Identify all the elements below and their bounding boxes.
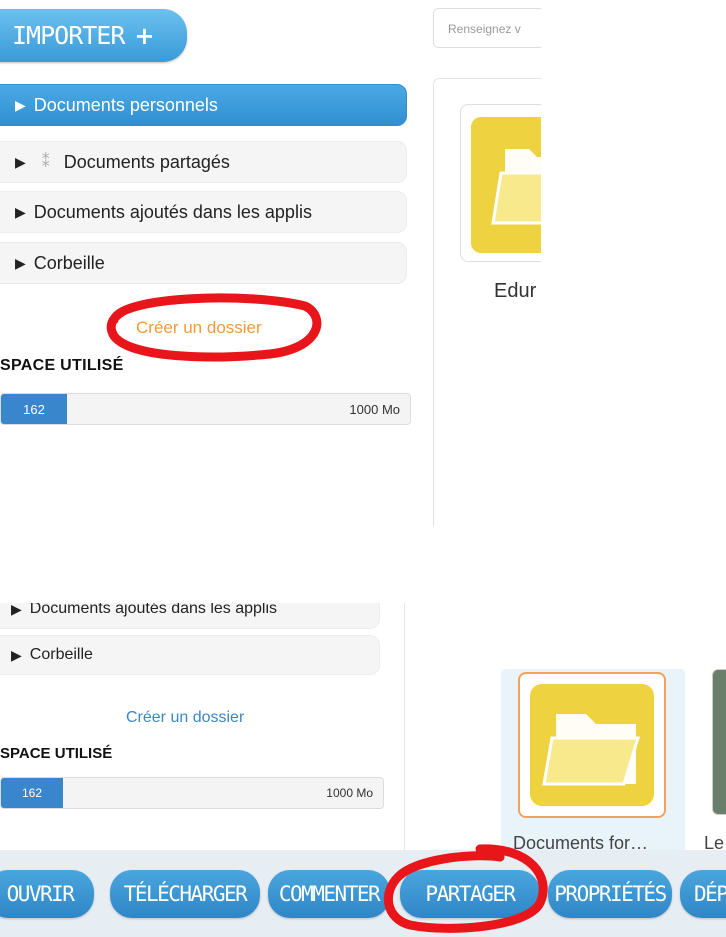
caret-right-icon: ▶ xyxy=(15,153,26,170)
sidebar-item-corbeille[interactable]: ▶ Corbeille xyxy=(0,635,380,675)
sidebar-item-label: Documents partagés xyxy=(63,151,230,172)
sidebar-item-label: Documents personnels xyxy=(33,94,218,115)
caret-right-icon: ▶ xyxy=(15,254,26,271)
sidebar-item-label: Documents ajoutés dans les applis xyxy=(29,603,278,617)
caret-right-icon: ▶ xyxy=(11,603,22,617)
create-folder-link[interactable]: Créer un dossier xyxy=(136,318,262,338)
create-folder-link[interactable]: Créer un dossier xyxy=(126,709,244,727)
storage-bar: 162 1000 Mo xyxy=(0,393,411,425)
sidebar-item-documents-applis[interactable]: ▶ Documents ajoutés dans les applis xyxy=(0,191,407,233)
sidebar-item-documents-partages[interactable]: ▶ ⁑ Documents partagés xyxy=(0,141,407,183)
plus-icon: + xyxy=(134,21,154,50)
caret-right-icon: ▶ xyxy=(15,96,26,113)
panel-divider xyxy=(404,603,405,853)
selected-folder-card[interactable] xyxy=(518,672,666,818)
sidebar-item-label: Corbeille xyxy=(29,646,93,663)
sidebar-item-documents-applis[interactable]: ▶ Documents ajoutés dans les applis xyxy=(0,603,380,629)
importer-button[interactable]: IMPORTER + xyxy=(0,9,187,62)
download-button[interactable]: TÉLÉCHARGER xyxy=(110,870,260,918)
folder-icon xyxy=(530,684,654,806)
action-toolbar: OUVRIR TÉLÉCHARGER COMMENTER PARTAGER PR… xyxy=(0,850,726,937)
share-button[interactable]: PARTAGER xyxy=(400,870,540,918)
comment-button[interactable]: COMMENTER xyxy=(268,870,390,918)
storage-label: SPACE UTILISÉ xyxy=(0,357,124,374)
caret-right-icon: ▶ xyxy=(11,646,22,663)
sidebar-item-label: Corbeille xyxy=(33,252,105,273)
sidebar-item-label: Documents ajoutés dans les applis xyxy=(33,201,312,222)
storage-total: 1000 Mo xyxy=(326,786,373,800)
cropped-area xyxy=(541,0,726,526)
caret-right-icon: ▶ xyxy=(15,203,26,220)
folder-name: Edur xyxy=(494,280,537,302)
storage-total: 1000 Mo xyxy=(349,402,400,417)
sidebar-item-documents-personnels[interactable]: ▶ Documents personnels xyxy=(0,84,407,126)
bottom-screenshot: ▶ Documents ajoutés dans les applis ▶ Co… xyxy=(0,603,726,937)
share-icon: ⁑ xyxy=(41,154,50,171)
open-button[interactable]: OUVRIR xyxy=(0,870,94,918)
storage-bar: 162 1000 Mo xyxy=(0,777,384,809)
storage-used: 162 xyxy=(1,394,67,424)
search-placeholder: Renseignez v xyxy=(448,22,521,36)
move-button[interactable]: DÉP xyxy=(680,870,726,918)
image-thumbnail[interactable] xyxy=(712,669,726,815)
storage-used: 162 xyxy=(1,778,63,808)
storage-label: SPACE UTILISÉ xyxy=(0,745,113,762)
properties-button[interactable]: PROPRIÉTÉS xyxy=(548,870,672,918)
importer-label: IMPORTER xyxy=(12,21,125,50)
top-screenshot: IMPORTER + Renseignez v ▶ Documents pers… xyxy=(0,0,726,526)
sidebar-item-corbeille[interactable]: ▶ Corbeille xyxy=(0,242,407,284)
